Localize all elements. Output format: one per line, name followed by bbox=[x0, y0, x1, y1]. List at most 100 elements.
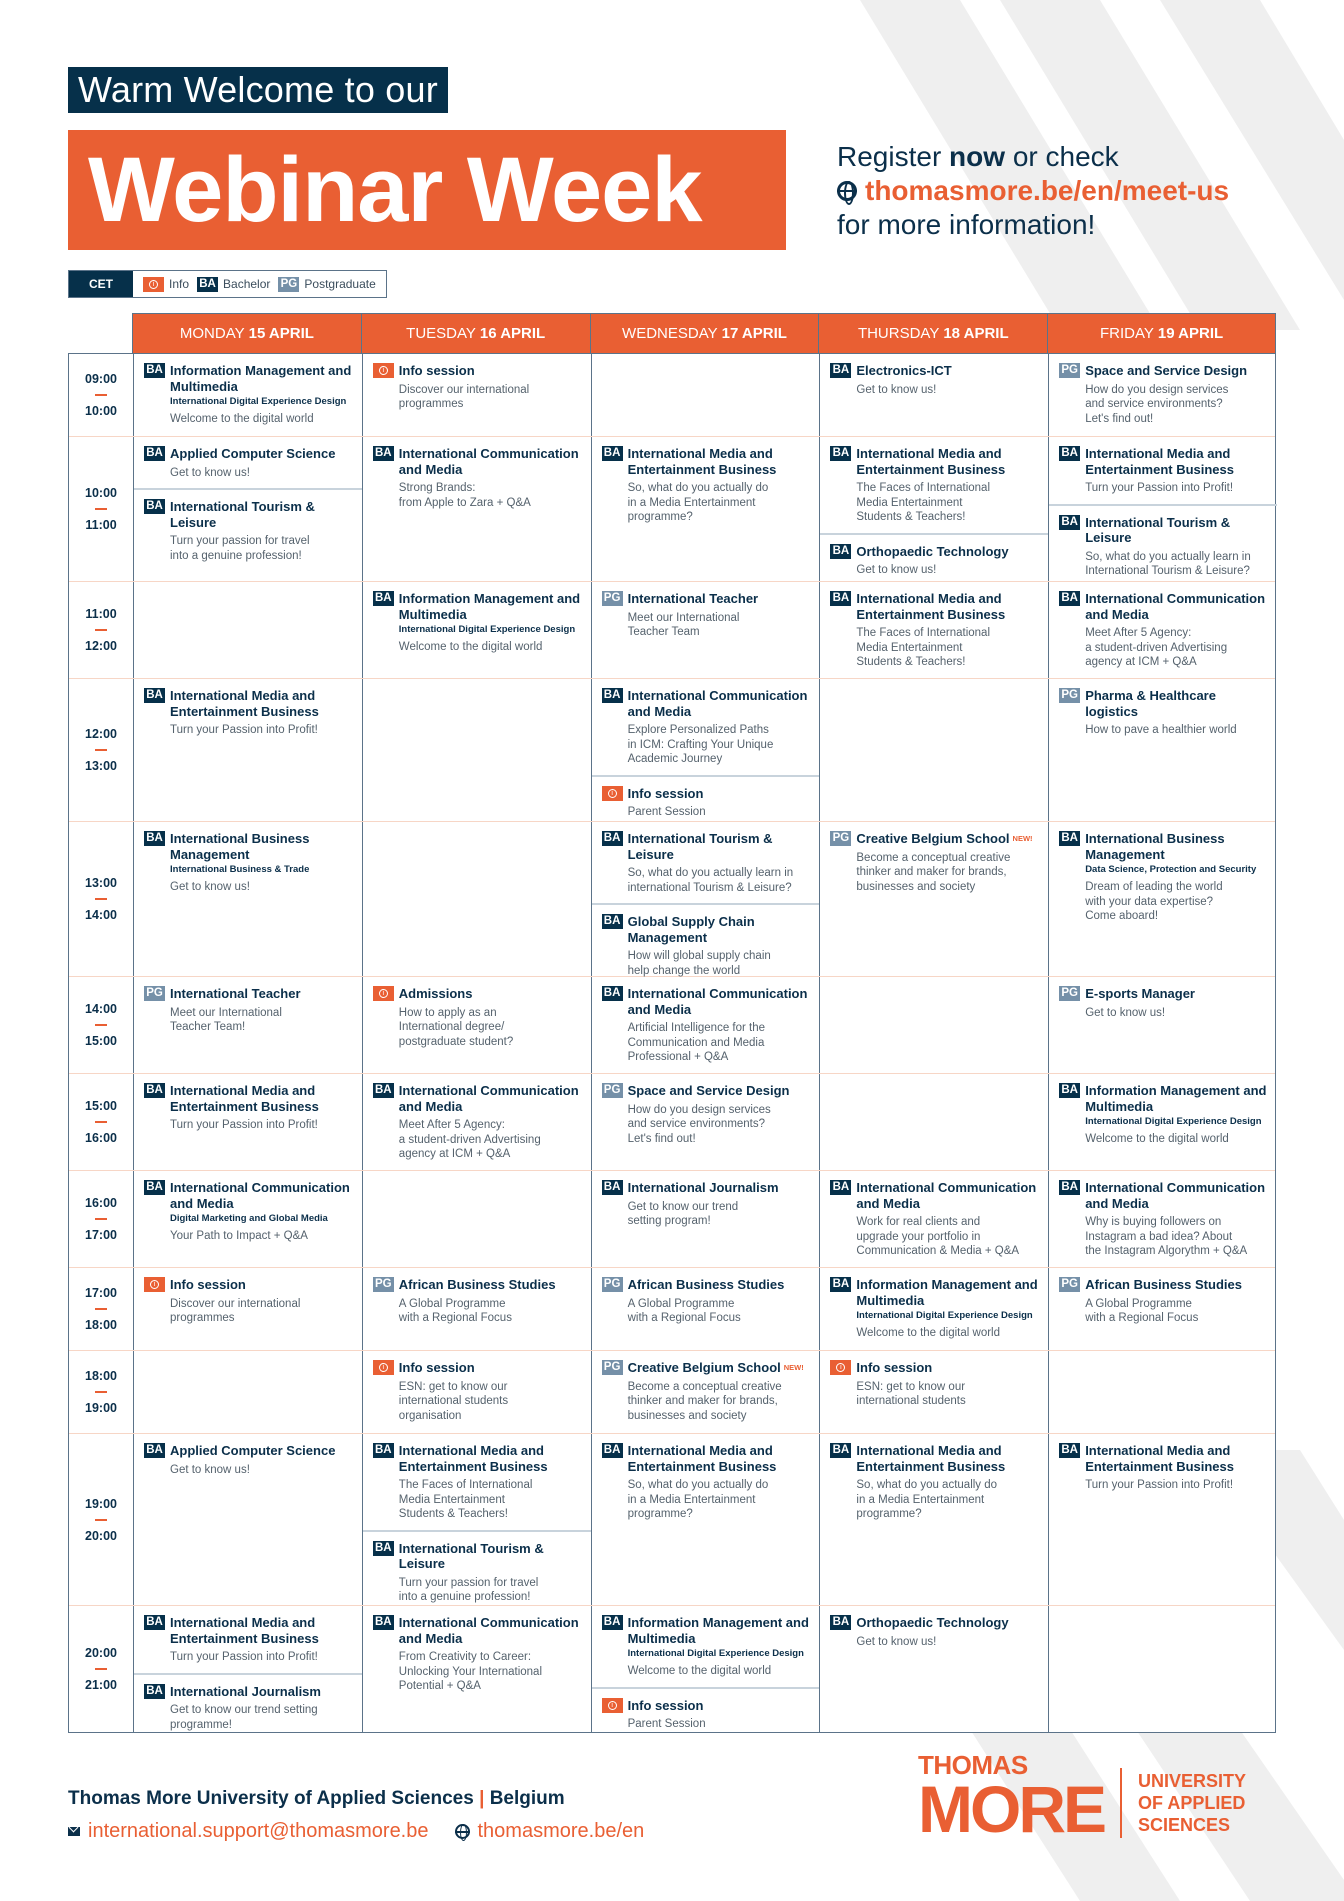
webinar-event[interactable]: BA International Media and Entertainment … bbox=[134, 1074, 362, 1141]
webinar-event[interactable]: BA International Media and Entertainment … bbox=[820, 1434, 1048, 1530]
webinar-event[interactable]: i Info session ESN: get to know our intern… bbox=[820, 1351, 1048, 1417]
event-title[interactable]: Applied Computer Science bbox=[170, 446, 335, 461]
event-title[interactable]: E-sports Manager bbox=[1085, 986, 1195, 1001]
event-title[interactable]: International Journalism bbox=[628, 1180, 779, 1195]
webinar-event[interactable]: PG E-sports Manager Get to know us! bbox=[1049, 977, 1277, 1028]
event-title[interactable]: International Media and Entertainment Bu… bbox=[170, 1615, 319, 1646]
webinar-event[interactable]: PG International Teacher Meet our Internat… bbox=[592, 582, 820, 648]
event-title[interactable]: International Business Management bbox=[170, 831, 309, 862]
webinar-event[interactable]: i Info session Discover our international … bbox=[134, 1268, 362, 1334]
webinar-event[interactable]: BA International Tourism & Leisure Turn yo… bbox=[134, 488, 362, 571]
webinar-event[interactable]: BA International Communication and Media A… bbox=[592, 977, 820, 1073]
event-title[interactable]: International Communication and Media bbox=[1085, 591, 1265, 622]
webinar-event[interactable]: BA Orthopaedic Technology Get to know us! bbox=[820, 1606, 1048, 1657]
event-title[interactable]: International Communication and Media bbox=[399, 1615, 579, 1646]
event-title[interactable]: International Teacher bbox=[628, 591, 759, 606]
event-title[interactable]: Info session bbox=[170, 1277, 246, 1292]
event-title[interactable]: International Teacher bbox=[170, 986, 301, 1001]
event-title[interactable]: Orthopaedic Technology bbox=[856, 544, 1008, 559]
webinar-event[interactable]: BA International Journalism Get to know ou… bbox=[592, 1171, 820, 1237]
event-title[interactable]: International Tourism & Leisure bbox=[1085, 515, 1230, 546]
event-title[interactable]: International Tourism & Leisure bbox=[628, 831, 773, 862]
webinar-event[interactable]: BA International Communication and Media D… bbox=[134, 1171, 362, 1252]
webinar-event[interactable]: BA International Communication and Media E… bbox=[592, 679, 820, 775]
webinar-event[interactable]: BA International Tourism & Leisure So, wha… bbox=[1049, 503, 1277, 587]
webinar-event[interactable]: BA International Business Management Data … bbox=[1049, 822, 1277, 932]
webinar-event[interactable]: i Admissions How to apply as an Internatio… bbox=[363, 977, 591, 1057]
webinar-event[interactable]: BA International Communication and Media F… bbox=[363, 1606, 591, 1702]
webinar-event[interactable]: BA International Media and Entertainment … bbox=[363, 1434, 591, 1530]
webinar-event[interactable]: BA International Business Management Inter… bbox=[134, 822, 362, 903]
event-title[interactable]: Info session bbox=[856, 1360, 932, 1375]
event-title[interactable]: Creative Belgium School bbox=[628, 1360, 781, 1375]
event-title[interactable]: International Media and Entertainment Bu… bbox=[856, 446, 1005, 477]
event-title[interactable]: International Media and Entertainment Bu… bbox=[1085, 1443, 1234, 1474]
webinar-event[interactable]: BA International Media and Entertainment … bbox=[1049, 437, 1277, 504]
event-title[interactable]: International Communication and Media bbox=[399, 446, 579, 477]
event-title[interactable]: Info session bbox=[399, 363, 475, 378]
event-title[interactable]: African Business Studies bbox=[399, 1277, 556, 1292]
webinar-event[interactable]: BA International Communication and Media S… bbox=[363, 437, 591, 518]
event-title[interactable]: Space and Service Design bbox=[628, 1083, 790, 1098]
webinar-event[interactable]: BA International Communication and Media M… bbox=[363, 1074, 591, 1170]
event-title[interactable]: International Media and Entertainment Bu… bbox=[628, 446, 777, 477]
event-title[interactable]: Info session bbox=[628, 786, 704, 801]
event-title[interactable]: Electronics-ICT bbox=[856, 363, 951, 378]
webinar-event[interactable]: BA International Media and Entertainment … bbox=[820, 437, 1048, 533]
event-title[interactable]: African Business Studies bbox=[1085, 1277, 1242, 1292]
event-title[interactable]: Admissions bbox=[399, 986, 473, 1001]
webinar-event[interactable]: BA International Tourism & Leisure Turn yo… bbox=[362, 1529, 591, 1613]
webinar-event[interactable]: PG African Business Studies A Global Progr… bbox=[363, 1268, 591, 1334]
webinar-event[interactable]: BA Global Supply Chain Management How will… bbox=[591, 903, 820, 986]
webinar-event[interactable]: i Info session Discover our international … bbox=[363, 354, 591, 420]
webinar-event[interactable]: BA International Media and Entertainment … bbox=[592, 1434, 820, 1530]
event-title[interactable]: International Communication and Media bbox=[170, 1180, 350, 1211]
webinar-event[interactable]: PG International Teacher Meet our Internat… bbox=[134, 977, 362, 1043]
webinar-event[interactable]: i Info session Parent Session bbox=[591, 1686, 820, 1740]
event-title[interactable]: Information Management and Multimedia bbox=[628, 1615, 809, 1646]
website-link[interactable]: thomasmore.be/en bbox=[454, 1820, 645, 1843]
webinar-event[interactable]: PG Pharma & Healthcare logistics How to pa… bbox=[1049, 679, 1277, 746]
webinar-event[interactable]: BA International Communication and Media M… bbox=[1049, 582, 1277, 678]
webinar-event[interactable]: PG Creative Belgium School NEW! Become a co… bbox=[592, 1351, 820, 1431]
event-title[interactable]: International Media and Entertainment Bu… bbox=[170, 688, 319, 719]
event-title[interactable]: International Media and Entertainment Bu… bbox=[856, 591, 1005, 622]
event-title[interactable]: Global Supply Chain Management bbox=[628, 914, 755, 945]
event-title[interactable]: International Communication and Media bbox=[856, 1180, 1036, 1211]
webinar-event[interactable]: PG African Business Studies A Global Progr… bbox=[1049, 1268, 1277, 1334]
website-url[interactable]: thomasmore.be/en bbox=[478, 1820, 645, 1843]
webinar-event[interactable]: BA Applied Computer Science Get to know us… bbox=[134, 437, 362, 488]
event-title[interactable]: Info session bbox=[628, 1698, 704, 1713]
meet-us-link[interactable]: thomasmore.be/en/meet-us bbox=[837, 174, 1229, 208]
event-title[interactable]: Info session bbox=[399, 1360, 475, 1375]
event-title[interactable]: Pharma & Healthcare logistics bbox=[1085, 688, 1216, 719]
event-title[interactable]: International Media and Entertainment Bu… bbox=[856, 1443, 1005, 1474]
event-title[interactable]: International Media and Entertainment Bu… bbox=[1085, 446, 1234, 477]
webinar-event[interactable]: BA International Journalism Get to know ou… bbox=[134, 1672, 362, 1741]
webinar-event[interactable]: BA Information Management and Multimedia I… bbox=[134, 354, 362, 435]
event-title[interactable]: Space and Service Design bbox=[1085, 363, 1247, 378]
event-title[interactable]: Information Management and Multimedia bbox=[399, 591, 580, 622]
event-title[interactable]: African Business Studies bbox=[628, 1277, 785, 1292]
event-title[interactable]: International Communication and Media bbox=[1085, 1180, 1265, 1211]
webinar-event[interactable]: BA International Communication and Media W… bbox=[820, 1171, 1048, 1267]
webinar-event[interactable]: i Info session ESN: get to know our intern… bbox=[363, 1351, 591, 1431]
event-title[interactable]: International Communication and Media bbox=[628, 986, 808, 1017]
webinar-event[interactable]: BA International Media and Entertainment … bbox=[134, 1606, 362, 1673]
webinar-event[interactable]: BA International Tourism & Leisure So, wha… bbox=[592, 822, 820, 903]
webinar-event[interactable]: BA Information Management and Multimedia I… bbox=[363, 582, 591, 663]
event-title[interactable]: Information Management and Multimedia bbox=[170, 363, 351, 394]
webinar-event[interactable]: BA International Communication and Media W… bbox=[1049, 1171, 1277, 1267]
event-title[interactable]: International Communication and Media bbox=[628, 688, 808, 719]
webinar-event[interactable]: BA Electronics-ICT Get to know us! bbox=[820, 354, 1048, 405]
event-title[interactable]: Orthopaedic Technology bbox=[856, 1615, 1008, 1630]
webinar-event[interactable]: i Info session Parent Session bbox=[591, 774, 820, 828]
webinar-event[interactable]: BA Orthopaedic Technology Get to know us! bbox=[820, 532, 1049, 586]
event-title[interactable]: International Tourism & Leisure bbox=[399, 1541, 544, 1572]
webinar-event[interactable]: PG African Business Studies A Global Progr… bbox=[592, 1268, 820, 1334]
webinar-event[interactable]: BA Applied Computer Science Get to know us… bbox=[134, 1434, 362, 1485]
event-title[interactable]: International Media and Entertainment Bu… bbox=[628, 1443, 777, 1474]
event-title[interactable]: Creative Belgium School bbox=[856, 831, 1009, 846]
event-title[interactable]: Information Management and Multimedia bbox=[1085, 1083, 1266, 1114]
webinar-event[interactable]: BA International Media and Entertainment … bbox=[134, 679, 362, 746]
